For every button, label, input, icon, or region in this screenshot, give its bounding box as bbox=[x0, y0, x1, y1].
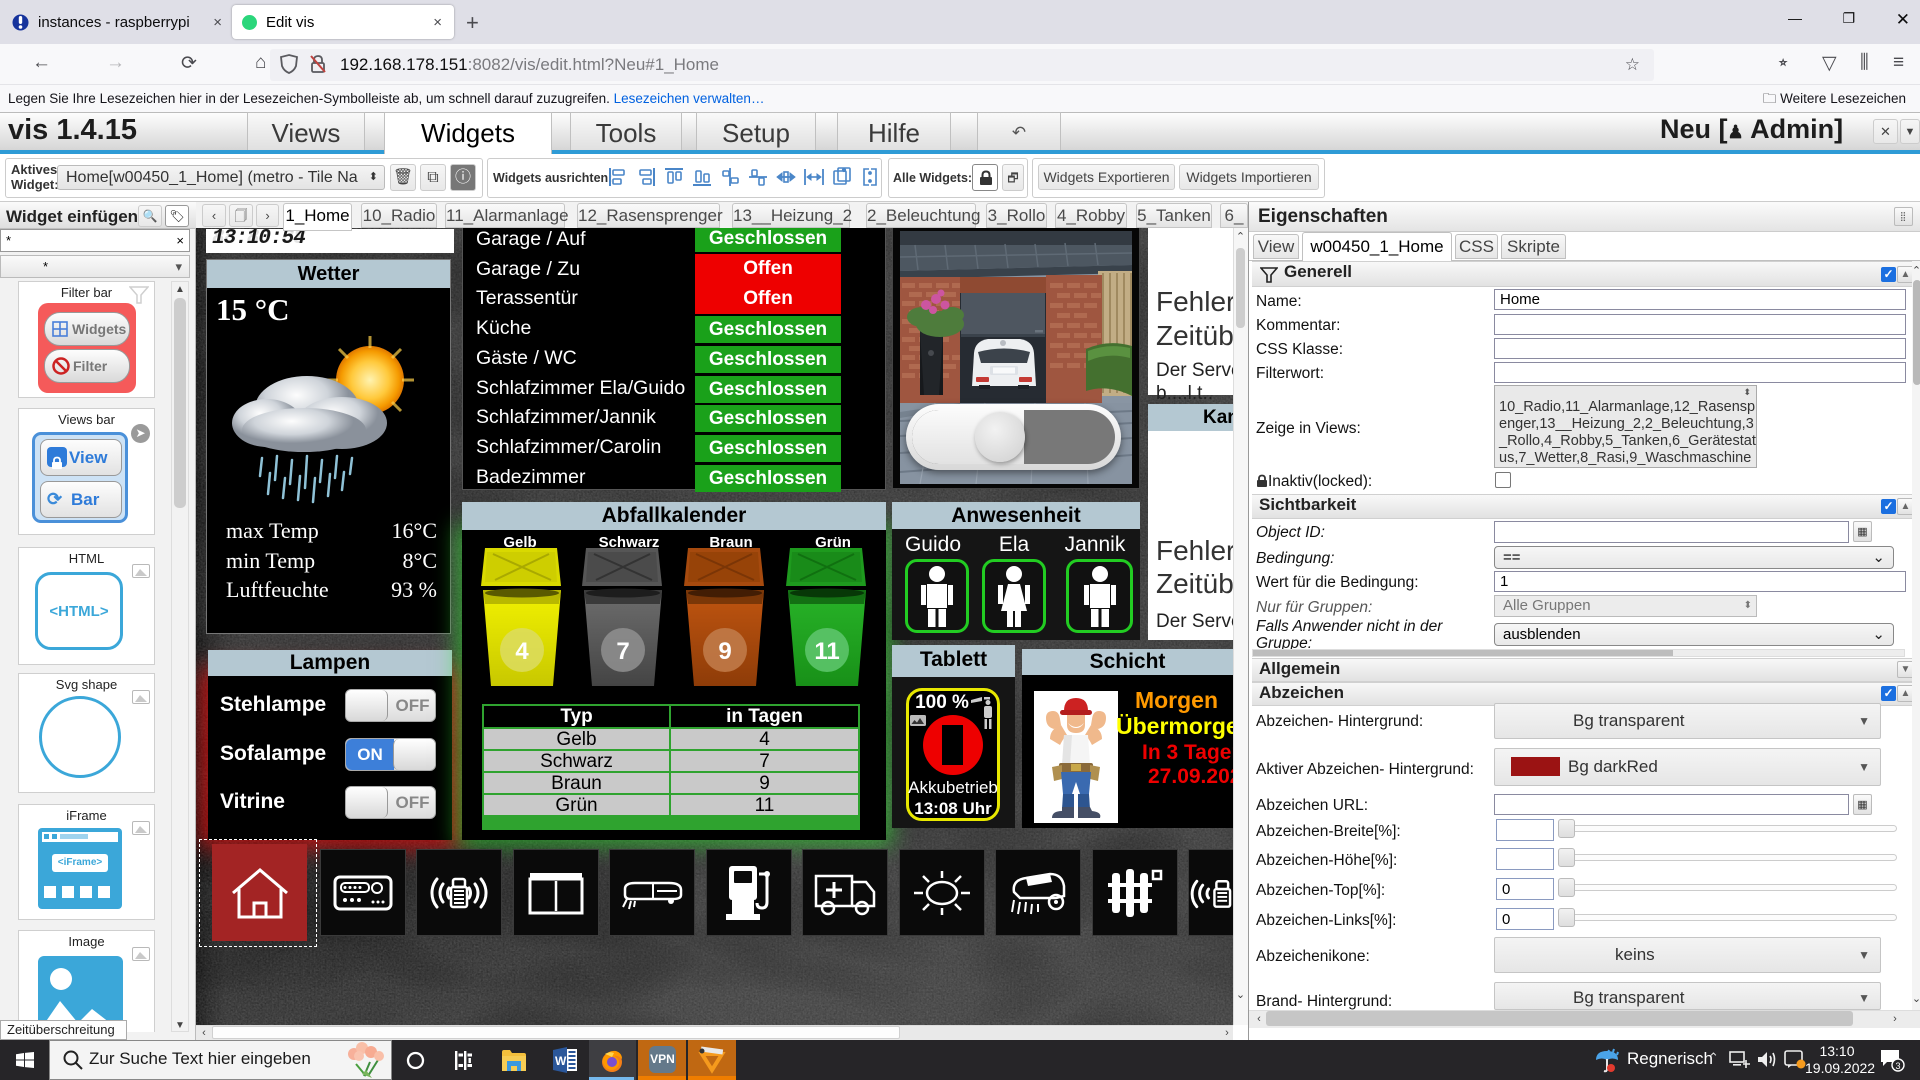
svg-text:4: 4 bbox=[515, 638, 529, 665]
svg-text:W: W bbox=[555, 1054, 567, 1068]
svg-text:11: 11 bbox=[814, 638, 839, 665]
svg-text:3: 3 bbox=[1896, 1061, 1901, 1071]
svg-text:9: 9 bbox=[718, 638, 731, 665]
svg-text:7: 7 bbox=[616, 638, 629, 665]
